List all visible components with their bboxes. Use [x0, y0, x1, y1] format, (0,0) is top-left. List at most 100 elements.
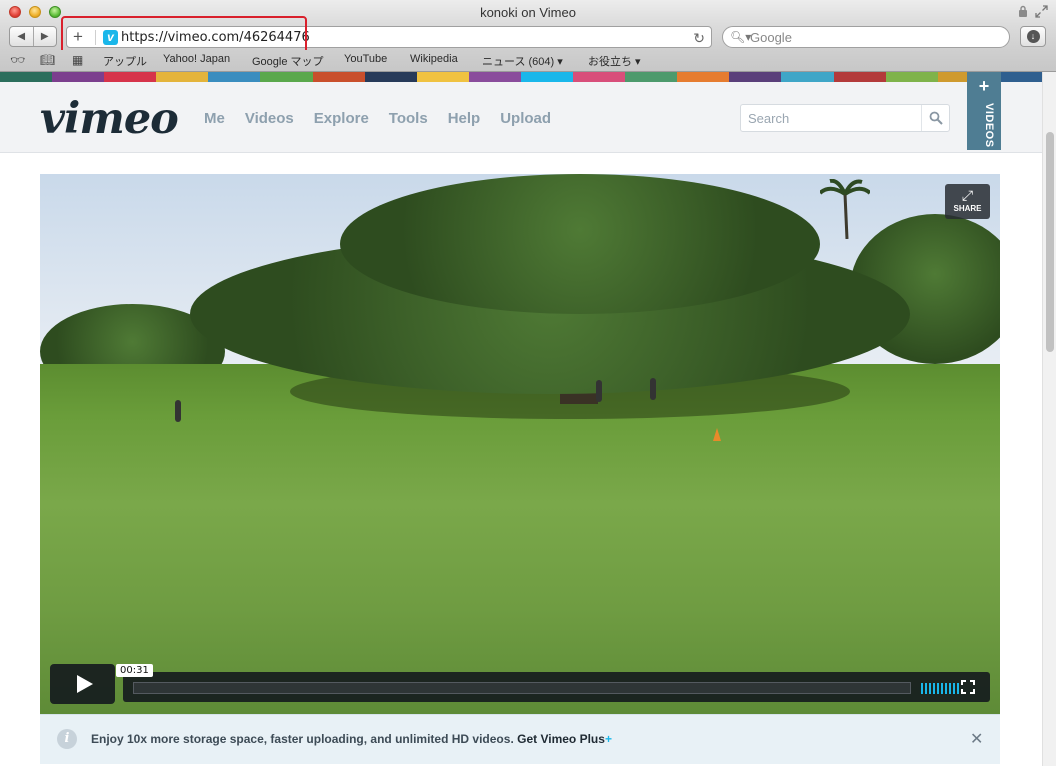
share-icon: ⤢ [961, 187, 974, 203]
volume-bar [957, 683, 959, 694]
person-figure [175, 400, 181, 422]
share-button[interactable]: ⤢ SHARE [945, 184, 990, 219]
bookmark-item[interactable]: お役立ち ▾ [588, 53, 641, 69]
volume-bar [937, 683, 939, 694]
color-strip-segment [677, 72, 730, 82]
color-strip-segment [625, 72, 678, 82]
bookmark-item[interactable]: ニュース (604) ▾ [482, 53, 563, 69]
window-titlebar: konoki on Vimeo [0, 0, 1056, 24]
color-strip-segment [208, 72, 261, 82]
window-title: konoki on Vimeo [480, 5, 576, 20]
palm-tree [818, 178, 872, 240]
browser-toolbar: ◀ ▶ + v https://vimeo.com/46264476 ↻ 🔍︎▾… [0, 24, 1056, 50]
nav-explore[interactable]: Explore [314, 110, 369, 127]
nav-me[interactable]: Me [204, 110, 225, 127]
browser-search-placeholder: Google [750, 30, 792, 45]
color-strip-segment [468, 72, 521, 82]
bookmarks-bar: 👓︎ 📖︎ ▦ アップル Yahoo! Japan Google マップ You… [0, 50, 1056, 72]
address-separator [95, 30, 96, 45]
color-strip-segment [156, 72, 209, 82]
color-strip [0, 72, 1042, 82]
bookmark-item[interactable]: Google マップ [252, 53, 324, 69]
plus-icon: + [978, 76, 990, 96]
color-strip-segment [781, 72, 834, 82]
color-strip-segment [0, 72, 53, 82]
play-button[interactable] [50, 664, 115, 704]
volume-bar [925, 683, 927, 694]
upsell-message: Enjoy 10x more storage space, faster upl… [91, 732, 612, 746]
vimeo-logo[interactable]: vimeo [40, 94, 179, 144]
browser-search-field[interactable]: 🔍︎▾ Google [722, 26, 1010, 48]
main-nav: Me Videos Explore Tools Help Upload [204, 110, 571, 127]
person-figure [596, 380, 602, 402]
reading-list-icon[interactable]: 👓︎ [10, 53, 25, 67]
search-icon: 🔍︎▾ [730, 30, 752, 44]
lock-icon [1019, 5, 1027, 17]
upsell-message-text: Enjoy 10x more storage space, faster upl… [91, 732, 514, 746]
video-player[interactable]: ⤢ SHARE 00:31 [40, 174, 1000, 714]
site-search-placeholder: Search [748, 111, 790, 126]
forward-arrow-icon[interactable]: ▶ [32, 27, 57, 46]
color-strip-segment [573, 72, 626, 82]
volume-bar [953, 683, 955, 694]
volume-bar [941, 683, 943, 694]
fullscreen-icon[interactable] [961, 680, 975, 697]
add-bookmark-plus-icon[interactable]: + [73, 27, 83, 47]
nav-tools[interactable]: Tools [389, 110, 428, 127]
video-control-bar [123, 672, 990, 702]
color-strip-segment [885, 72, 938, 82]
reload-icon[interactable]: ↻ [693, 30, 705, 47]
info-icon: i [57, 729, 77, 749]
volume-bar [929, 683, 931, 694]
color-strip-segment [364, 72, 417, 82]
vimeo-header: vimeo Me Videos Explore Tools Help Uploa… [0, 82, 1042, 153]
address-bar[interactable]: + v https://vimeo.com/46264476 ↻ [66, 26, 712, 48]
get-vimeo-plus-link[interactable]: Get Vimeo Plus+ [517, 732, 612, 746]
color-strip-segment [52, 72, 105, 82]
top-sites-grid-icon[interactable]: ▦ [72, 53, 83, 67]
scrollbar-thumb[interactable] [1046, 132, 1054, 352]
bookmarks-book-icon[interactable]: 📖︎ [40, 53, 55, 67]
vimeo-favicon-icon: v [103, 30, 118, 45]
color-strip-segment [260, 72, 313, 82]
web-page: vimeo Me Videos Explore Tools Help Uploa… [0, 72, 1042, 766]
traffic-cone [713, 428, 721, 441]
address-url[interactable]: https://vimeo.com/46264476 [121, 30, 310, 45]
play-icon [76, 675, 93, 693]
site-search-input[interactable]: Search [740, 104, 950, 132]
close-icon[interactable]: ✕ [970, 729, 983, 749]
color-strip-segment [312, 72, 365, 82]
bookmark-item[interactable]: Yahoo! Japan [163, 53, 230, 65]
volume-bar [921, 683, 923, 694]
upsell-banner: i Enjoy 10x more storage space, faster u… [40, 714, 1000, 764]
color-strip-segment [520, 72, 574, 82]
share-label: SHARE [953, 204, 982, 213]
volume-bar [949, 683, 951, 694]
color-strip-segment [104, 72, 157, 82]
volume-bar [945, 683, 947, 694]
videos-side-tab[interactable]: + VIDEOS [967, 72, 1001, 150]
bookmark-item[interactable]: アップル [103, 53, 147, 69]
color-strip-segment [729, 72, 782, 82]
search-icon[interactable] [921, 105, 949, 131]
bookmark-item[interactable]: YouTube [344, 53, 387, 65]
color-strip-segment [416, 72, 469, 82]
volume-bar [933, 683, 935, 694]
person-figure [650, 378, 656, 400]
fullscreen-icon[interactable] [1035, 5, 1048, 18]
monkeypod-tree-top [340, 174, 820, 314]
color-strip-segment [833, 72, 886, 82]
history-nav: ◀ ▶ [9, 26, 57, 47]
plus-icon: + [604, 732, 612, 746]
seek-bar[interactable] [133, 682, 911, 694]
nav-help[interactable]: Help [448, 110, 481, 127]
nav-upload[interactable]: Upload [500, 110, 551, 127]
download-icon: ↓ [1026, 30, 1040, 43]
get-vimeo-plus-label: Get Vimeo Plus [517, 732, 605, 746]
back-arrow-icon[interactable]: ◀ [10, 27, 33, 46]
page-scrollbar[interactable] [1042, 72, 1056, 766]
downloads-button[interactable]: ↓ [1020, 26, 1046, 47]
volume-control[interactable] [921, 683, 959, 694]
bookmark-item[interactable]: Wikipedia [410, 53, 458, 65]
nav-videos[interactable]: Videos [245, 110, 294, 127]
